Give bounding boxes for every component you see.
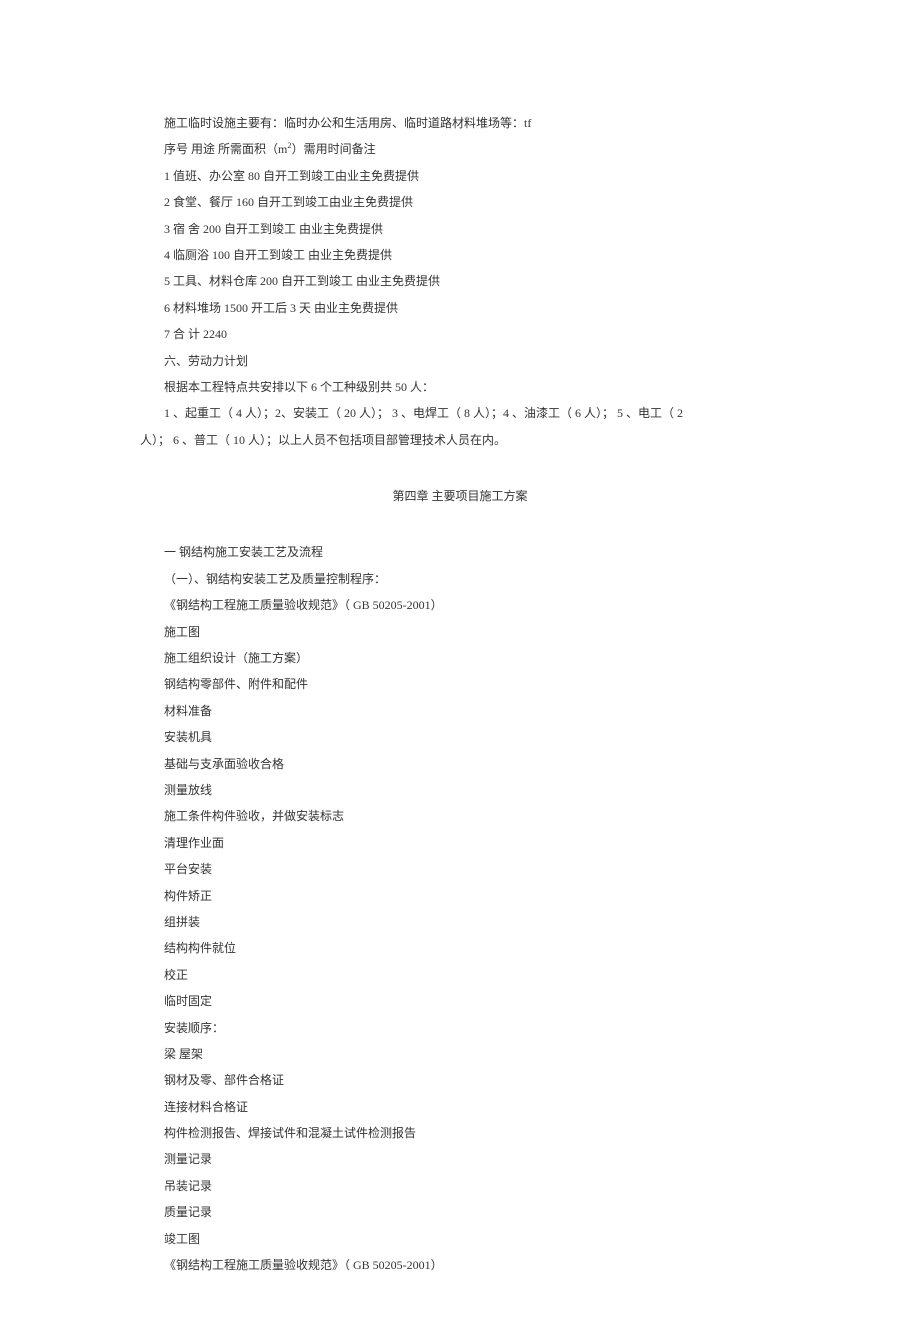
process-item: 清理作业面 (140, 830, 780, 856)
process-item: 梁 屋架 (140, 1041, 780, 1067)
chapter-title: 第四章 主要项目施工方案 (140, 483, 780, 509)
process-item: 施工条件构件验收，并做安装标志 (140, 803, 780, 829)
process-item: 材料准备 (140, 698, 780, 724)
s1-subtitle: （一）、钢结构安装工艺及质量控制程序： (140, 566, 780, 592)
intro-text: 施工临时设施主要有：临时办公和生活用房、临时道路材料堆场等：tf (140, 110, 780, 136)
workers-line-2: 人）； 6 、普工（ 10 人）；以上人员不包括项目部管理技术人员在内。 (140, 427, 780, 453)
table-row: 5 工具、材料仓库 200 自开工到竣工 由业主免费提供 (140, 268, 780, 294)
process-item: 结构构件就位 (140, 935, 780, 961)
th-area: 所需面积（m2） (218, 142, 304, 156)
table-row: 2 食堂、餐厅 160 自开工到竣工由业主免费提供 (140, 189, 780, 215)
table-row: 3 宿 舍 200 自开工到竣工 由业主免费提供 (140, 216, 780, 242)
s1-title: 一 钢结构施工安装工艺及流程 (140, 539, 780, 565)
th-time: 需用时间备注 (304, 142, 376, 156)
process-item: 钢结构零部件、附件和配件 (140, 671, 780, 697)
process-item: 校正 (140, 962, 780, 988)
table-header: 序号 用途 所需面积（m2）需用时间备注 (140, 136, 780, 162)
process-item: 组拼装 (140, 909, 780, 935)
section-title: 六、劳动力计划 (140, 348, 780, 374)
process-item: 测量记录 (140, 1146, 780, 1172)
workers-line-1: 1 、起重工（ 4 人）；2、安装工（ 20 人）； 3 、电焊工（ 8 人）；… (140, 400, 780, 426)
process-item: 安装顺序： (140, 1015, 780, 1041)
process-item: 临时固定 (140, 988, 780, 1014)
process-item: 质量记录 (140, 1199, 780, 1225)
section-body: 根据本工程特点共安排以下 6 个工种级别共 50 人： (140, 374, 780, 400)
process-item: 吊装记录 (140, 1173, 780, 1199)
process-item: 平台安装 (140, 856, 780, 882)
process-item: 构件检测报告、焊接试件和混凝土试件检测报告 (140, 1120, 780, 1146)
process-item: 《钢结构工程施工质量验收规范》（ GB 50205-2001） (140, 592, 780, 618)
process-item: 《钢结构工程施工质量验收规范》（ GB 50205-2001） (140, 1252, 780, 1278)
th-seq: 序号 (164, 142, 188, 156)
process-item: 构件矫正 (140, 883, 780, 909)
process-item: 钢材及零、部件合格证 (140, 1067, 780, 1093)
process-item: 竣工图 (140, 1226, 780, 1252)
table-row: 1 值班、办公室 80 自开工到竣工由业主免费提供 (140, 163, 780, 189)
table-row: 7 合 计 2240 (140, 321, 780, 347)
process-item: 基础与支承面验收合格 (140, 751, 780, 777)
process-item: 施工组织设计（施工方案） (140, 645, 780, 671)
process-item: 安装机具 (140, 724, 780, 750)
table-row: 6 材料堆场 1500 开工后 3 天 由业主免费提供 (140, 295, 780, 321)
th-use: 用途 (191, 142, 218, 156)
process-item: 连接材料合格证 (140, 1094, 780, 1120)
table-row: 4 临厕浴 100 自开工到竣工 由业主免费提供 (140, 242, 780, 268)
process-item: 测量放线 (140, 777, 780, 803)
process-item: 施工图 (140, 619, 780, 645)
